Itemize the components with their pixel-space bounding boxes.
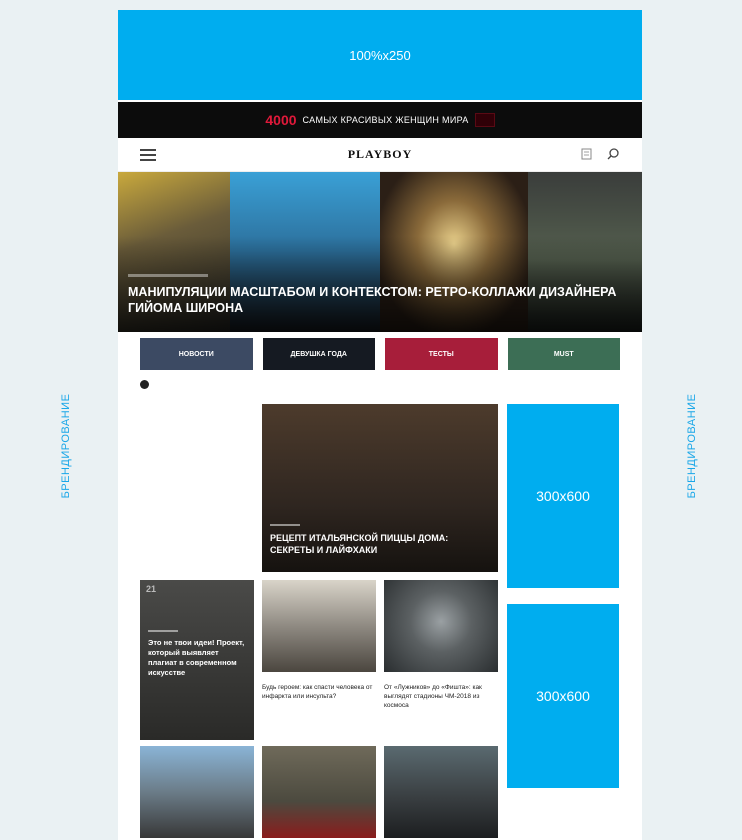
card-image [384, 580, 498, 672]
promo-number: 4000 [265, 112, 297, 128]
featured-article[interactable]: РЕЦЕПТ ИТАЛЬЯНСКОЙ ПИЦЦЫ ДОМА: СЕКРЕТЫ И… [262, 404, 498, 572]
site-logo[interactable]: PLAYBOY [118, 147, 642, 162]
news-feed-item[interactable] [150, 470, 254, 476]
ticker-text-placeholder [155, 381, 156, 387]
branding-label-right: БРЕНДИРОВАНИЕ [686, 393, 698, 499]
category-tile-tests[interactable]: ТЕСТЫ [385, 338, 498, 370]
site-mockup: 100%x250 4000 САМЫХ КРАСИВЫХ ЖЕНЩИН МИРА… [118, 10, 642, 840]
category-tile-news[interactable]: НОВОСТИ [140, 338, 253, 370]
branding-label-left: БРЕНДИРОВАНИЕ [60, 393, 72, 499]
card-title[interactable]: Это не твои идеи! Проект, который выявля… [148, 638, 248, 678]
news-feed-item[interactable] [150, 498, 254, 504]
news-feed-item[interactable] [150, 456, 254, 462]
card-date: 21 [146, 584, 157, 594]
category-label: ТЕСТЫ [428, 350, 454, 358]
promo-text: САМЫХ КРАСИВЫХ ЖЕНЩИН МИРА [302, 115, 469, 125]
article-card-image[interactable] [140, 746, 254, 838]
top-ad-banner[interactable]: 100%x250 [118, 10, 642, 100]
hero-category-bar [128, 274, 208, 277]
promo-banner[interactable]: 4000 САМЫХ КРАСИВЫХ ЖЕНЩИН МИРА [118, 102, 642, 138]
hero-title[interactable]: МАНИПУЛЯЦИИ МАСШТАБОМ И КОНТЕКСТОМ: РЕТР… [128, 284, 633, 316]
hero-article[interactable]: МАНИПУЛЯЦИИ МАСШТАБОМ И КОНТЕКСТОМ: РЕТР… [118, 172, 642, 332]
article-card-image[interactable] [262, 746, 376, 838]
card-title[interactable]: От «Лужников» до «Фишта»: как выглядят с… [384, 683, 498, 710]
news-feed-item[interactable] [150, 484, 254, 490]
site-header: PLAYBOY [118, 138, 642, 172]
ticker-dot-icon [140, 379, 149, 389]
article-card[interactable]: Будь героем: как спасти человека от инфа… [262, 580, 376, 701]
article-card-image[interactable] [384, 746, 498, 838]
category-label: ДЕВУШКА ГОДА [290, 350, 347, 358]
feature-title[interactable]: РЕЦЕПТ ИТАЛЬЯНСКОЙ ПИЦЦЫ ДОМА: СЕКРЕТЫ И… [270, 532, 480, 556]
top-ad-size-label: 100%x250 [349, 47, 411, 63]
news-feed-item[interactable] [150, 428, 254, 434]
category-tiles: НОВОСТИ ДЕВУШКА ГОДА ТЕСТЫ MUST [140, 338, 620, 370]
card-category-bar [148, 630, 178, 632]
dark-article-card[interactable]: 21 Это не твои идеи! Проект, который выя… [140, 580, 254, 740]
ad-size-label: 300x600 [536, 688, 590, 704]
category-tile-must[interactable]: MUST [507, 338, 620, 370]
category-label: НОВОСТИ [178, 350, 214, 358]
news-feed-heading [150, 412, 262, 418]
search-icon[interactable] [606, 147, 620, 161]
feature-category-bar [270, 524, 300, 526]
card-title[interactable]: Будь героем: как спасти человека от инфа… [262, 683, 376, 701]
ad-size-label: 300x600 [536, 488, 590, 504]
news-feed-column [140, 404, 262, 576]
article-card[interactable]: От «Лужников» до «Фишта»: как выглядят с… [384, 580, 498, 710]
news-feed-item[interactable] [150, 442, 254, 448]
category-tile-girl-of-year[interactable]: ДЕВУШКА ГОДА [262, 338, 375, 370]
card-image [262, 580, 376, 672]
side-ad-box-1[interactable]: 300x600 [507, 404, 619, 588]
category-label: MUST [553, 350, 574, 358]
bookmark-icon[interactable] [580, 147, 594, 161]
promo-arrow-icon [474, 113, 495, 127]
news-ticker[interactable] [140, 378, 540, 390]
side-ad-box-2[interactable]: 300x600 [507, 604, 619, 788]
